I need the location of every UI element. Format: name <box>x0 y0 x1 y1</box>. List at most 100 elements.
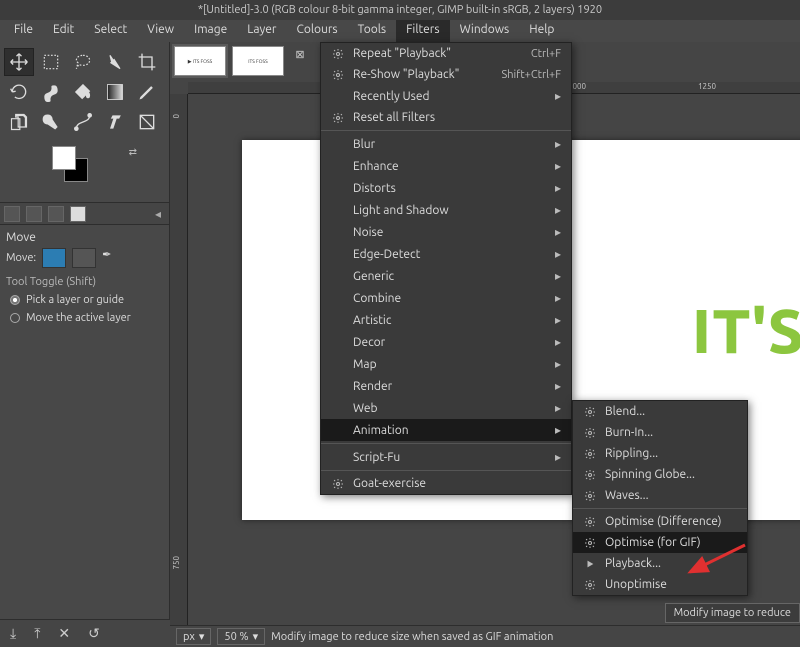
menu-file[interactable]: File <box>4 20 43 42</box>
filters-item-14[interactable]: Decor▸ <box>321 331 571 353</box>
filters-item-18[interactable]: Animation▸ <box>321 419 571 441</box>
dock-tab-2[interactable] <box>26 206 42 222</box>
filters-item-22[interactable]: Goat-exercise <box>321 473 571 494</box>
fg-bg-swatch[interactable]: ⇄ <box>50 144 163 196</box>
paths-tool[interactable] <box>68 108 98 136</box>
animation-item-4[interactable]: Waves... <box>573 485 747 506</box>
animation-item-1[interactable]: Burn-In... <box>573 422 747 443</box>
menu-view[interactable]: View <box>137 20 184 42</box>
color-picker-tool[interactable] <box>132 108 162 136</box>
filters-item-label: Script-Fu <box>347 451 555 464</box>
move-mode-path[interactable]: ✒ <box>102 248 126 268</box>
filters-item-label: Render <box>347 380 555 393</box>
dock-tab-4[interactable] <box>70 206 86 222</box>
filters-item-label: Generic <box>347 270 555 283</box>
filters-item-7[interactable]: Distorts▸ <box>321 177 571 199</box>
reset-preset-icon[interactable]: ↺ <box>88 625 100 642</box>
filters-item-5[interactable]: Blur▸ <box>321 133 571 155</box>
submenu-arrow-icon: ▸ <box>555 203 563 217</box>
radio-pick-layer[interactable]: Pick a layer or guide <box>6 294 163 306</box>
gradient-tool[interactable] <box>100 78 130 106</box>
filters-item-label: Animation <box>347 424 555 437</box>
filters-item-label: Enhance <box>347 160 555 173</box>
bucket-fill-tool[interactable] <box>68 78 98 106</box>
filters-item-2[interactable]: Recently Used▸ <box>321 85 571 107</box>
menu-filters[interactable]: Filters <box>396 20 449 42</box>
filters-item-10[interactable]: Edge-Detect▸ <box>321 243 571 265</box>
rotate-tool[interactable] <box>4 78 34 106</box>
radio-move-active[interactable]: Move the active layer <box>6 312 163 324</box>
gear-icon <box>329 48 347 60</box>
play-icon <box>581 559 599 569</box>
close-tab-icon[interactable]: ⊠ <box>292 46 308 62</box>
filters-item-12[interactable]: Combine▸ <box>321 287 571 309</box>
animation-item-3[interactable]: Spinning Globe... <box>573 464 747 485</box>
crop-tool[interactable] <box>132 48 162 76</box>
status-bar: px▾ 50 %▾ Modify image to reduce size wh… <box>170 625 800 647</box>
image-tab-1[interactable]: ▶ ITS FOSS <box>174 46 226 76</box>
pencil-tool[interactable] <box>132 78 162 106</box>
move-tool[interactable] <box>4 48 34 76</box>
submenu-arrow-icon: ▸ <box>555 401 563 415</box>
gear-icon <box>329 112 347 124</box>
image-tab-2[interactable]: ITS FOSS <box>232 46 284 76</box>
animation-item-9[interactable]: Unoptimise <box>573 574 747 595</box>
menu-edit[interactable]: Edit <box>43 20 84 42</box>
filters-item-9[interactable]: Noise▸ <box>321 221 571 243</box>
filters-item-20[interactable]: Script-Fu▸ <box>321 446 571 468</box>
restore-preset-icon[interactable]: ⤒ <box>34 625 40 642</box>
animation-item-label: Optimise (Difference) <box>599 515 739 528</box>
menu-image[interactable]: Image <box>184 20 237 42</box>
delete-preset-icon[interactable]: ✕ <box>58 625 70 642</box>
filters-item-3[interactable]: Reset all Filters <box>321 107 571 128</box>
move-mode-selection[interactable] <box>72 248 96 268</box>
menu-select[interactable]: Select <box>84 20 137 42</box>
smudge-tool[interactable] <box>36 108 66 136</box>
submenu-arrow-icon: ▸ <box>555 423 563 437</box>
filters-item-13[interactable]: Artistic▸ <box>321 309 571 331</box>
unit-select[interactable]: px▾ <box>176 628 211 645</box>
move-mode-layer[interactable] <box>42 248 66 268</box>
menu-layer[interactable]: Layer <box>237 20 286 42</box>
filters-item-label: Map <box>347 358 555 371</box>
free-select-tool[interactable] <box>68 48 98 76</box>
filters-item-6[interactable]: Enhance▸ <box>321 155 571 177</box>
menu-tools[interactable]: Tools <box>348 20 397 42</box>
filters-item-15[interactable]: Map▸ <box>321 353 571 375</box>
dock-tab-3[interactable] <box>48 206 64 222</box>
animation-item-8[interactable]: Playback... <box>573 553 747 574</box>
gear-icon <box>581 490 599 502</box>
dock-tabs: ◂ <box>0 202 169 224</box>
filters-item-16[interactable]: Render▸ <box>321 375 571 397</box>
move-label: Move: <box>6 252 36 264</box>
dock-tab-1[interactable] <box>4 206 20 222</box>
filters-item-0[interactable]: Repeat "Playback"Ctrl+F <box>321 43 571 64</box>
animation-item-7[interactable]: Optimise (for GIF) <box>573 532 747 553</box>
swap-colors-icon[interactable]: ⇄ <box>129 146 137 158</box>
submenu-arrow-icon: ▸ <box>555 225 563 239</box>
filters-item-17[interactable]: Web▸ <box>321 397 571 419</box>
fg-color-swatch[interactable] <box>52 146 76 170</box>
animation-item-6[interactable]: Optimise (Difference) <box>573 511 747 532</box>
zoom-select[interactable]: 50 %▾ <box>217 628 265 645</box>
menu-help[interactable]: Help <box>519 20 564 42</box>
menu-colours[interactable]: Colours <box>286 20 347 42</box>
radio-move-active-label: Move the active layer <box>26 312 131 324</box>
clone-tool[interactable] <box>4 108 34 136</box>
animation-item-2[interactable]: Rippling... <box>573 443 747 464</box>
fuzzy-select-tool[interactable] <box>100 48 130 76</box>
filters-item-8[interactable]: Light and Shadow▸ <box>321 199 571 221</box>
save-preset-icon[interactable]: ⤓ <box>10 625 16 642</box>
menu-windows[interactable]: Windows <box>450 20 520 42</box>
rect-select-tool[interactable] <box>36 48 66 76</box>
submenu-arrow-icon: ▸ <box>555 357 563 371</box>
animation-item-label: Waves... <box>599 489 739 502</box>
animation-item-label: Optimise (for GIF) <box>599 536 739 549</box>
warp-tool[interactable] <box>36 78 66 106</box>
filters-item-11[interactable]: Generic▸ <box>321 265 571 287</box>
text-tool[interactable] <box>100 108 130 136</box>
filters-item-1[interactable]: Re-Show "Playback"Shift+Ctrl+F <box>321 64 571 85</box>
dock-menu-arrow-icon[interactable]: ◂ <box>151 207 165 221</box>
animation-item-0[interactable]: Blend... <box>573 401 747 422</box>
toolbox <box>0 42 169 142</box>
